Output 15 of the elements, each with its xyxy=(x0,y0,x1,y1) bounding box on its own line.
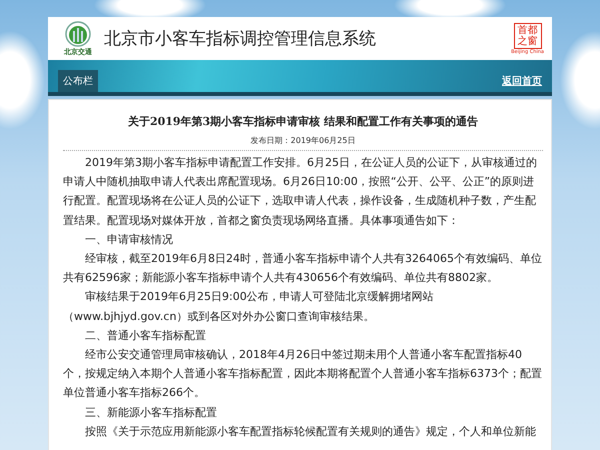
paragraph: 三、新能源小客车指标配置 xyxy=(84,404,218,421)
paragraph: 经市公安交通管理局审核确认，2018年4月26日中签过期未用个人普通小客车配置指标40个，按规定纳入本期个人普通小客车指标配置，因此本期将配置个人普通小客车指标6373个；配置单位普通小客车指标266个。 xyxy=(63,347,543,402)
globe-logo-icon xyxy=(65,20,91,46)
paragraph: 2019年第3期小客车指标申请配置工作安排。6月25日，在公证人员的公证下，从审核通过的申请人中随机抽取申请人代表出席配置现场。6月26日10:00，按照“公开、公平、公正”的原则进行配置。配置现场将在公证人员的公证下，选取申请人代表，操作设备，生成随机种子数，产生配置结果。配置现场对媒体开放，首都之窗负责现场网络直播。具体事项通告如下： xyxy=(63,155,538,229)
paragraph: 二、普通小客车指标配置 xyxy=(84,328,207,344)
paragraph: 审核结果于2019年6月25日9:00公布，申请人可登陆北京缓解拥堵网站（www.bjhjyd.gov.cn）或到各区对外办公窗口查询审核结果。 xyxy=(63,289,435,325)
bulletin-tab[interactable]: 公布栏 xyxy=(58,70,98,92)
article-title: 关于2019年第3期小客车指标申请审核 结果和配置工作有关事项的通告 xyxy=(126,114,480,129)
paragraph: 按照《关于示范应用新能源小客车配置指标轮候配置有关规则的通告》规定，个人和单位新能 xyxy=(84,424,537,440)
publish-date: 发布日期：2019年06月25日 xyxy=(250,135,356,146)
paragraph: 一、申请审核情况 xyxy=(84,232,174,248)
home-link[interactable]: 返回首页 xyxy=(502,74,542,92)
paragraph: 经审核，截至2019年6月8日24时，普通小客车指标申请个人共有3264065个有效编码、单位共有62596家；新能源小客车指标申请个人共有430656个有效编码、单位共有8802家。 xyxy=(63,251,543,286)
site-title: 北京市小客车指标调控管理信息系统 xyxy=(104,28,377,50)
seal-logo: 首都之窗 xyxy=(514,22,542,48)
